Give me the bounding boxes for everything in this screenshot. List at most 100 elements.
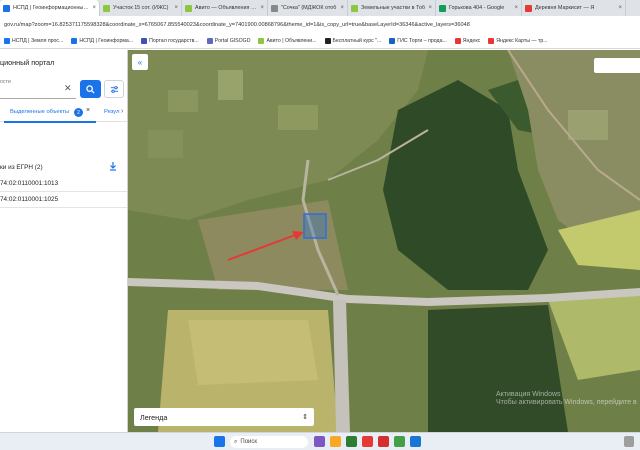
close-tab-icon[interactable]: × [260, 5, 264, 11]
bookmark-icon [71, 38, 78, 44]
tab-selected-objects[interactable]: Выделенные объекты [10, 109, 69, 115]
watermark-line: Активация Windows [496, 391, 561, 398]
search-icon [86, 84, 95, 94]
satellite-map[interactable]: « Легенда ⇕ Активация Windows Чтобы акти… [128, 50, 640, 432]
avito-favicon [103, 4, 110, 12]
notification-icon[interactable] [624, 436, 634, 447]
browser-tab[interactable]: Авито — Объявления на сайте× [182, 0, 268, 16]
legend-select[interactable]: Легенда ⇕ [134, 408, 314, 426]
bookmark-item[interactable]: НСПД | Геоинформа... [71, 38, 133, 44]
bookmark-label: Portal GISOGD [214, 38, 251, 44]
yandex-icon[interactable] [362, 436, 373, 447]
bookmark-label: Бесплатный курс "... [332, 38, 382, 44]
bookmark-icon [4, 38, 10, 44]
close-tab-icon[interactable]: × [174, 5, 178, 11]
bookmark-label: Авито | Объявлени... [266, 38, 317, 44]
egrn-heading: ки из ЕГРН (2) [0, 164, 43, 171]
chrome-icon[interactable] [410, 436, 421, 447]
map-imagery [128, 50, 640, 432]
browser-tab[interactable]: Горькова 404 - Google × [436, 0, 522, 16]
bookmark-item[interactable]: Portal GISOGD [206, 38, 251, 44]
browser-tab-title: "Сочка" (МДЖОК отоб [281, 5, 337, 11]
browser-tab[interactable]: Участок 15 сот. (ИЖС) × [100, 0, 182, 16]
sliders-icon [110, 85, 118, 93]
browser-tab[interactable]: Земельные участки в Тоб × [348, 0, 436, 16]
cadastral-number: 74:02:0110001:1025 [0, 196, 59, 203]
browser-tab-title: Участок 15 сот. (ИЖС) [113, 5, 169, 11]
watermark-line: Чтобы активировать Windows, перейдите в [496, 399, 637, 406]
screen: НСПД | Геоинформационный портал×Участок … [0, 0, 640, 450]
chevron-right-icon[interactable]: › [121, 108, 123, 115]
bookmark-item[interactable]: Портал государств... [141, 38, 199, 44]
bookmark-item[interactable]: Авито | Объявлени... [258, 38, 317, 44]
sheets-favicon [439, 4, 446, 12]
close-tab-icon[interactable]: × [86, 107, 90, 114]
up-down-chevron-icon: ⇕ [302, 414, 308, 421]
bookmark-item[interactable]: Яндекс [454, 38, 481, 44]
browser-tab-title: Деревня Маркисит — Я [535, 5, 595, 11]
bookmark-icon [324, 38, 331, 44]
nspd-favicon [3, 4, 10, 12]
bookmark-icon [454, 38, 461, 44]
bookmark-label: Яндекс [462, 38, 481, 44]
bookmark-icon [258, 38, 265, 44]
search-icon: ⌕ [234, 438, 238, 445]
bookmark-icon [206, 38, 213, 44]
browser-tab-title: Горькова 404 - Google [449, 5, 505, 11]
browser-tab-title: НСПД | Геоинформационный портал [13, 5, 91, 11]
download-icon[interactable] [108, 161, 118, 171]
tab-results[interactable]: Резул [104, 109, 119, 115]
bookmark-icon [389, 38, 396, 44]
close-tab-icon[interactable]: × [340, 5, 344, 11]
portal-title: ционный портал [0, 58, 55, 67]
taskbar-search[interactable]: ⌕ Поиск [230, 436, 308, 448]
active-tab-indicator [4, 121, 96, 123]
bookmark-item[interactable]: Бесплатный курс "... [324, 38, 382, 44]
bookmark-icon [141, 38, 148, 44]
taskview-icon[interactable] [314, 436, 325, 447]
clear-icon[interactable]: ✕ [64, 83, 72, 94]
panel-tabs: Выделенные объекты 2 × Резул › [0, 104, 127, 123]
bookmark-label: Портал государств... [149, 38, 199, 44]
legend-label: Легенда [140, 412, 168, 422]
taskbar: ⌕ Поиск [0, 432, 640, 450]
bookmark-icon [488, 38, 495, 44]
file-explorer-icon[interactable] [330, 436, 341, 447]
list-item[interactable]: 74:02:0110001:1013 [0, 176, 127, 192]
filter-button[interactable] [104, 80, 124, 98]
taskbar-search-label: Поиск [240, 439, 258, 445]
avito-favicon [351, 4, 358, 12]
activation-watermark: Активация Windows Чтобы активировать Win… [496, 391, 637, 407]
url-text: gov.ru/map?zoom=16.825371175598328&coord… [4, 22, 470, 28]
browser-tab[interactable]: НСПД | Геоинформационный портал× [0, 0, 100, 16]
browser-tab-title: Земельные участки в Тоб [361, 5, 425, 11]
map-search-field[interactable] [594, 58, 640, 73]
bookmark-label: ГИС Торги – прода... [397, 38, 447, 44]
bookmark-label: НСПД | Геоинформа... [79, 38, 134, 44]
browser-tab[interactable]: Деревня Маркисит — Я × [522, 0, 626, 16]
bookmark-item[interactable]: Яндекс Карты — тр... [488, 38, 548, 44]
pdf-icon[interactable] [378, 436, 389, 447]
yandex-maps-favicon [525, 4, 532, 12]
selected-count-badge: 2 [74, 108, 83, 117]
edge-icon[interactable] [346, 436, 357, 447]
close-tab-icon[interactable]: × [428, 5, 432, 11]
address-bar[interactable]: gov.ru/map?zoom=16.825371175598328&coord… [0, 16, 640, 34]
browser-tab-strip: НСПД | Геоинформационный портал×Участок … [0, 0, 640, 16]
avito-favicon [185, 4, 192, 12]
close-tab-icon[interactable]: × [514, 5, 518, 11]
bookmark-item[interactable]: НСПД | Земля прос... [4, 38, 63, 44]
browser-tab[interactable]: "Сочка" (МДЖОК отоб × [268, 0, 348, 16]
search-button[interactable] [80, 80, 101, 98]
windows-start-icon[interactable] [214, 436, 225, 447]
list-item[interactable]: 74:02:0110001:1025 [0, 192, 127, 208]
side-panel: ционный портал ости ✕ Выделенные объекты… [0, 50, 128, 432]
whatsapp-icon[interactable] [394, 436, 405, 447]
bookmark-item[interactable]: ГИС Торги – прода... [389, 38, 447, 44]
cadastral-number: 74:02:0110001:1013 [0, 180, 59, 187]
bookmark-label: НСПД | Земля прос... [12, 38, 64, 44]
bookmark-label: Яндекс Карты — тр... [496, 38, 548, 44]
close-tab-icon[interactable]: × [618, 5, 622, 11]
close-tab-icon[interactable]: × [92, 5, 96, 11]
collapse-panel-button[interactable]: « [132, 54, 148, 70]
